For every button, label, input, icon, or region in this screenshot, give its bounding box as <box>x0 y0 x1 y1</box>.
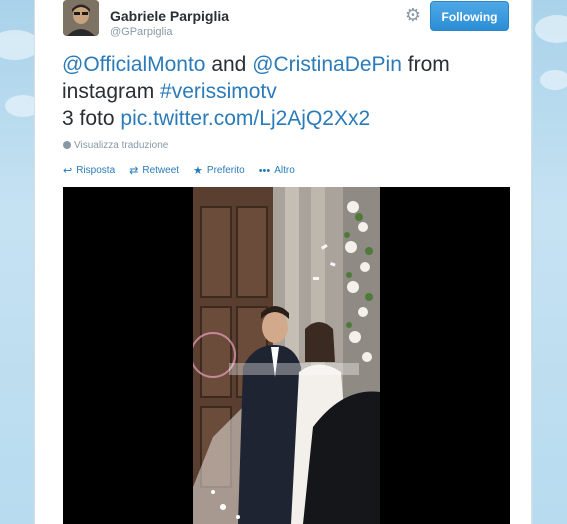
tweet-card: Gabriele Parpiglia @GParpiglia ⚙ Followi… <box>34 0 532 524</box>
star-icon: ★ <box>193 165 203 177</box>
more-label: Altro <box>274 165 295 176</box>
tweet-actions: ↩ Risposta ⇄ Retweet ★ Preferito ••• Alt… <box>63 164 295 178</box>
more-button[interactable]: ••• Altro <box>259 164 295 177</box>
reply-icon: ↩ <box>63 165 73 177</box>
retweet-label: Retweet <box>142 165 180 176</box>
tweet-word: from <box>401 53 450 76</box>
tweet-word: instagram <box>62 80 161 103</box>
media-link[interactable]: pic.twitter.com/Lj2AjQ2Xx2 <box>120 107 370 130</box>
photo-count-text: 3 foto <box>62 107 121 130</box>
user-avatar-icon <box>63 0 99 36</box>
reply-button[interactable]: ↩ Risposta <box>63 164 115 177</box>
wedding-photo-image <box>193 187 380 524</box>
retweet-icon: ⇄ <box>129 165 139 177</box>
page-background-left <box>0 0 34 524</box>
author-handle[interactable]: @GParpiglia <box>110 26 173 38</box>
gear-icon[interactable]: ⚙ <box>403 5 423 25</box>
retweet-button[interactable]: ⇄ Retweet <box>129 164 179 177</box>
favorite-label: Preferito <box>206 165 245 176</box>
translate-label: Visualizza traduzione <box>74 140 169 151</box>
tweet-media[interactable] <box>63 187 510 524</box>
tweet-word: and <box>205 53 253 76</box>
globe-icon <box>63 141 71 149</box>
author-name[interactable]: Gabriele Parpiglia <box>110 8 229 24</box>
ellipsis-icon: ••• <box>258 164 271 177</box>
hashtag-link[interactable]: #verissimotv <box>160 80 277 103</box>
author-avatar[interactable] <box>63 0 99 36</box>
favorite-button[interactable]: ★ Preferito <box>193 164 245 177</box>
following-button[interactable]: Following <box>430 1 509 31</box>
mention-link[interactable]: @CristinaDePin <box>252 53 402 76</box>
translate-link[interactable]: Visualizza traduzione <box>63 140 168 151</box>
reply-label: Risposta <box>76 165 116 176</box>
wedding-photo <box>193 187 380 524</box>
mention-link[interactable]: @OfficialMonto <box>62 53 205 76</box>
cloud-decoration <box>540 70 567 90</box>
tweet-text: @OfficialMonto and @CristinaDePin from i… <box>62 51 522 132</box>
